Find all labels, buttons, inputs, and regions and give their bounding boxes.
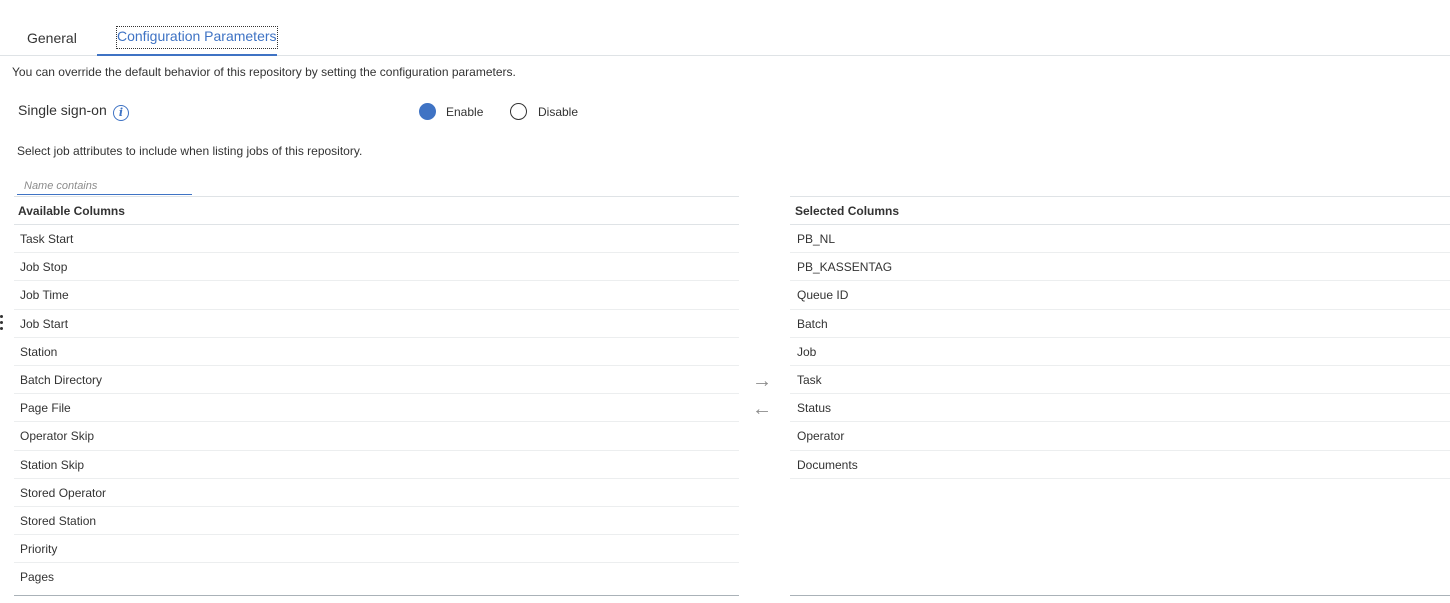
move-right-arrow-icon[interactable]: → bbox=[752, 371, 772, 391]
available-columns-header: Available Columns bbox=[14, 197, 739, 225]
sso-enable-radio[interactable] bbox=[419, 103, 436, 120]
available-column-item[interactable]: Stored Operator bbox=[14, 479, 739, 507]
available-column-item[interactable]: Priority bbox=[14, 535, 739, 564]
selected-column-item[interactable]: PB_KASSENTAG bbox=[790, 253, 1450, 282]
selected-column-item[interactable]: Task bbox=[790, 366, 1450, 395]
selected-column-item[interactable]: Batch bbox=[790, 310, 1450, 338]
available-column-item[interactable]: Batch Directory bbox=[14, 366, 739, 395]
selected-column-item[interactable]: Queue ID bbox=[790, 281, 1450, 310]
selected-column-item[interactable]: Documents bbox=[790, 451, 1450, 479]
select-columns-note: Select job attributes to include when li… bbox=[17, 144, 363, 158]
available-column-item[interactable]: Task Start bbox=[14, 225, 739, 254]
name-filter-input[interactable] bbox=[17, 177, 192, 195]
available-columns-panel: Available Columns Task Start Job Stop Jo… bbox=[14, 196, 739, 596]
move-left-arrow-icon[interactable]: ← bbox=[752, 399, 772, 419]
available-column-item[interactable]: Job Stop bbox=[14, 253, 739, 282]
tab-configuration-parameters[interactable]: Configuration Parameters bbox=[97, 25, 278, 56]
tab-bar: General Configuration Parameters bbox=[0, 25, 1450, 56]
info-icon[interactable]: i bbox=[113, 105, 129, 121]
selected-columns-panel: Selected Columns PB_NL PB_KASSENTAG Queu… bbox=[790, 196, 1450, 596]
intro-text: You can override the default behavior of… bbox=[12, 65, 516, 79]
selected-column-item[interactable]: Operator bbox=[790, 422, 1450, 451]
sso-disable-label[interactable]: Disable bbox=[538, 104, 578, 120]
selected-columns-header: Selected Columns bbox=[790, 197, 1450, 225]
available-column-item[interactable]: Pages bbox=[14, 563, 739, 591]
available-column-item[interactable]: Operator Skip bbox=[14, 422, 739, 451]
selected-column-item[interactable]: Status bbox=[790, 394, 1450, 423]
available-column-item[interactable]: Page File bbox=[14, 394, 739, 423]
sso-disable-radio[interactable] bbox=[510, 103, 527, 120]
available-column-item[interactable]: Job Start bbox=[14, 310, 739, 338]
available-column-item[interactable]: Station Skip bbox=[14, 451, 739, 479]
drag-handle-icon[interactable] bbox=[0, 315, 4, 333]
sso-enable-label[interactable]: Enable bbox=[446, 104, 483, 120]
selected-column-item[interactable]: PB_NL bbox=[790, 225, 1450, 254]
tab-configuration-parameters-label: Configuration Parameters bbox=[116, 26, 278, 49]
cropped-header-fragment bbox=[30, 0, 90, 3]
selected-column-item[interactable]: Job bbox=[790, 338, 1450, 366]
available-column-item[interactable]: Station bbox=[14, 338, 739, 366]
available-column-item[interactable]: Stored Station bbox=[14, 507, 739, 536]
sso-label: Single sign-on bbox=[18, 102, 107, 118]
tab-general[interactable]: General bbox=[27, 25, 77, 56]
available-column-item[interactable]: Job Time bbox=[14, 281, 739, 310]
